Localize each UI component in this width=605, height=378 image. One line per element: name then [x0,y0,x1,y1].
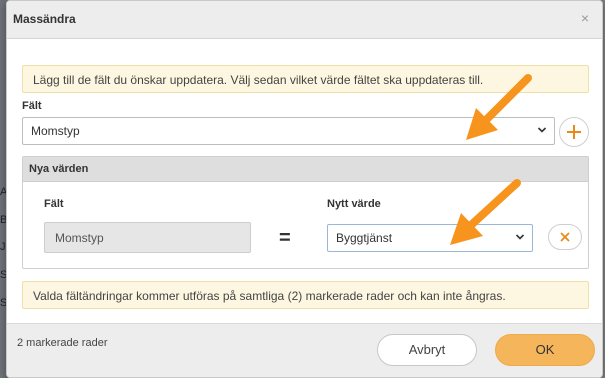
mass-edit-dialog: Massändra × Lägg till de fält du önskar … [6,0,603,378]
field-readonly-value: Momstyp [44,222,251,253]
close-icon [560,232,570,242]
new-value-label: Nytt värde [327,198,381,210]
equals-sign: = [279,227,291,249]
field-label: Fält [22,100,42,112]
dialog-footer: 2 markerade rader Avbryt OK [7,323,602,377]
field-select-value: Momstyp [31,124,80,138]
close-icon[interactable]: × [578,11,592,25]
cancel-button[interactable]: Avbryt [377,334,477,366]
new-values-panel: Nya värden Fält Momstyp = Nytt värde Byg… [22,156,589,269]
new-values-field-label: Fält [44,198,64,210]
plus-icon [567,125,581,139]
selected-rows-count: 2 markerade rader [17,337,108,349]
info-message-bottom: Valda fältändringar kommer utföras på sa… [22,281,589,309]
new-values-header: Nya värden [23,157,588,182]
ok-button[interactable]: OK [495,334,595,366]
add-field-button[interactable] [559,117,589,147]
new-values-title: Nya värden [29,163,89,175]
info-message-top: Lägg till de fält du önskar uppdatera. V… [22,65,589,93]
new-value-select[interactable]: Byggtjänst [327,224,533,252]
field-select[interactable]: Momstyp [22,117,555,145]
remove-field-button[interactable] [548,224,582,250]
chevron-down-icon [515,234,525,240]
dialog-title: Massändra [13,12,76,26]
dialog-header: Massändra × [7,1,602,39]
new-value-select-value: Byggtjänst [336,231,393,245]
chevron-down-icon [537,127,547,133]
